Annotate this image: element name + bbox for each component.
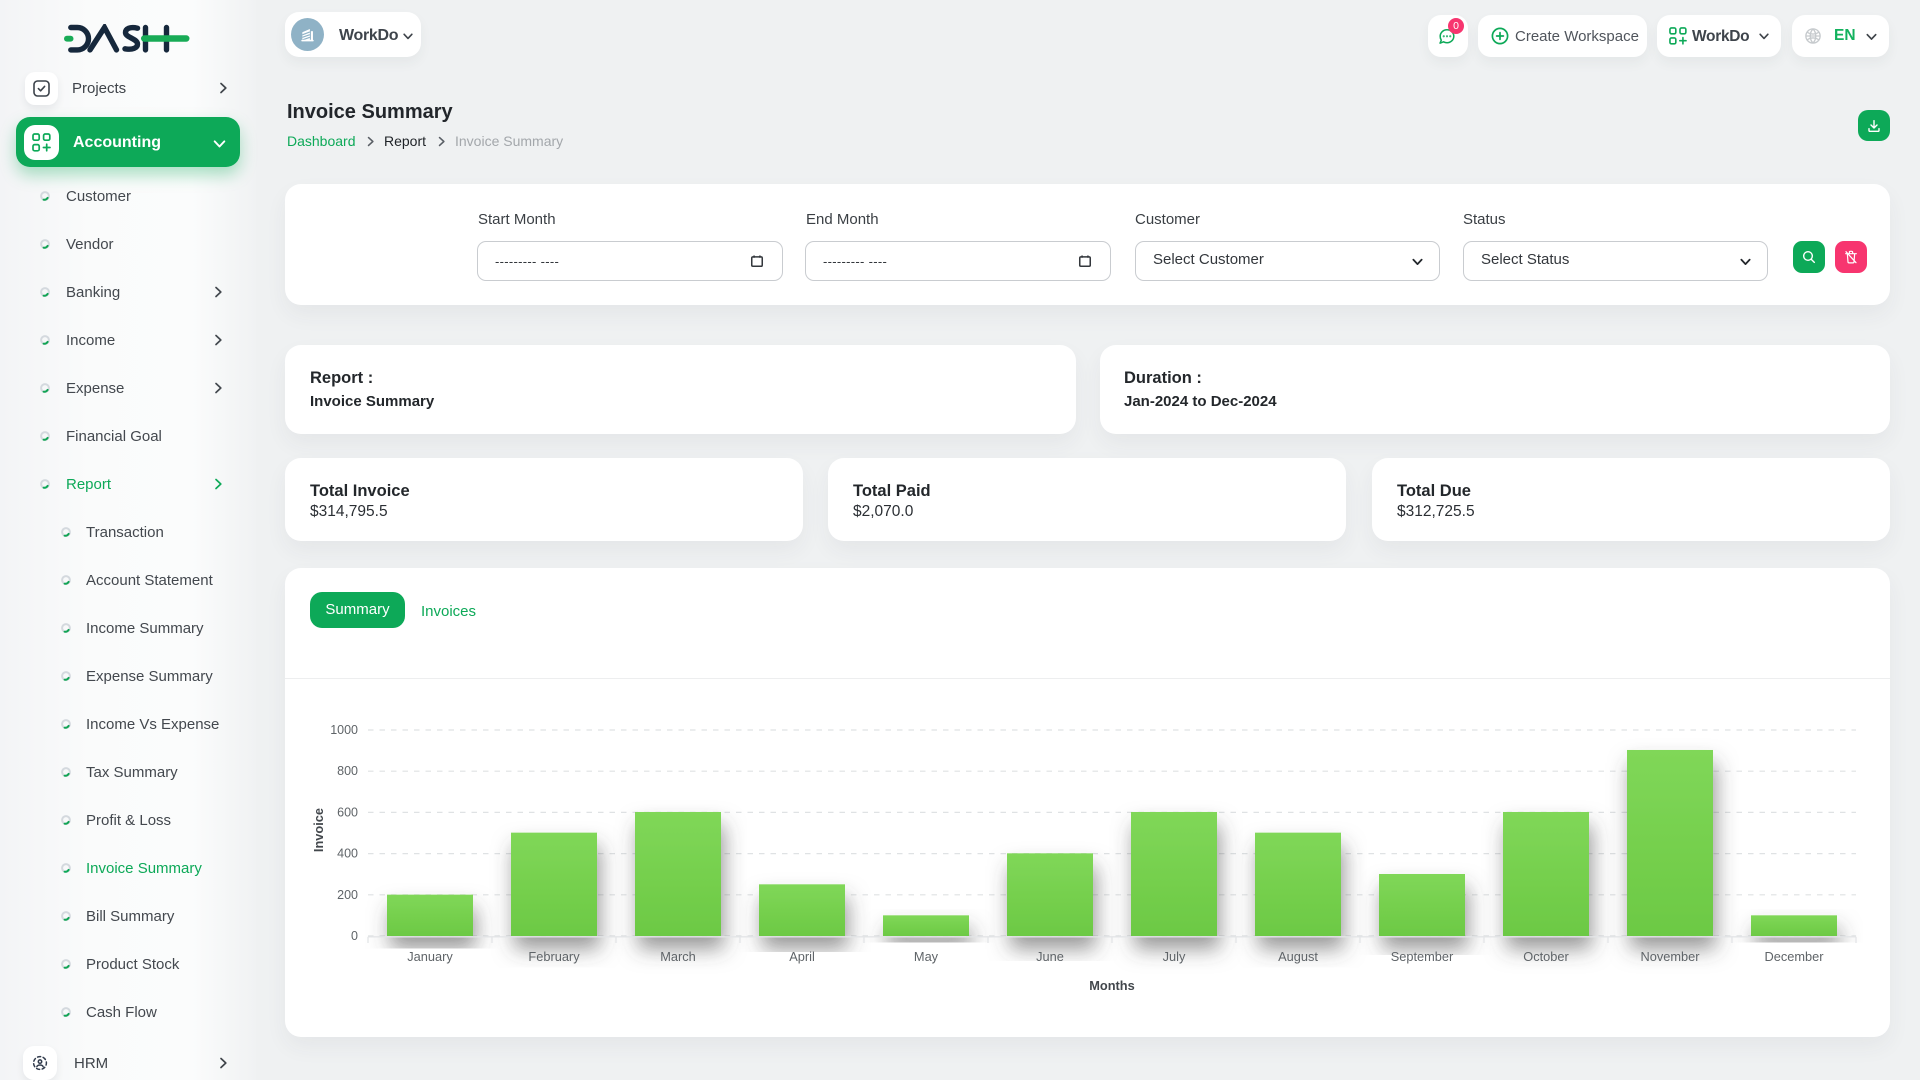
svg-text:August: August — [1278, 949, 1318, 964]
svg-text:200: 200 — [337, 888, 358, 902]
svg-text:January: January — [407, 949, 453, 964]
svg-text:February: February — [528, 949, 580, 964]
svg-text:November: November — [1640, 949, 1700, 964]
svg-text:April: April — [789, 949, 815, 964]
svg-text:1000: 1000 — [330, 723, 358, 737]
svg-text:July: July — [1163, 949, 1186, 964]
svg-text:September: September — [1391, 949, 1454, 964]
svg-text:May: May — [914, 949, 939, 964]
svg-text:400: 400 — [337, 847, 358, 861]
svg-text:October: October — [1523, 949, 1569, 964]
svg-text:Invoice: Invoice — [311, 808, 326, 852]
svg-text:March: March — [660, 949, 696, 964]
svg-text:June: June — [1036, 949, 1064, 964]
svg-text:Months: Months — [1089, 978, 1135, 993]
svg-text:0: 0 — [351, 929, 358, 943]
svg-text:December: December — [1764, 949, 1824, 964]
svg-text:600: 600 — [337, 805, 358, 819]
svg-text:800: 800 — [337, 764, 358, 778]
